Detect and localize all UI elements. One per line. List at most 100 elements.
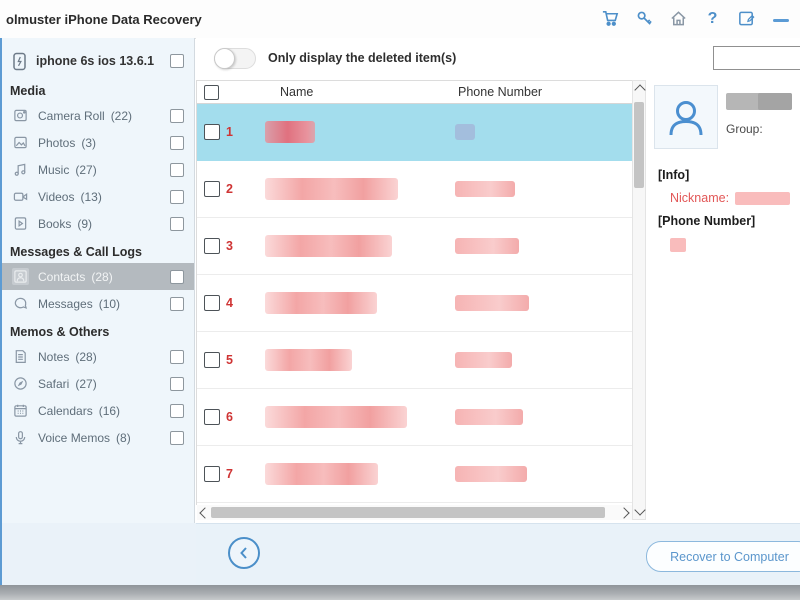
sidebar-section-header: Media xyxy=(10,84,46,98)
back-button[interactable] xyxy=(228,537,260,569)
sidebar-item-checkbox[interactable] xyxy=(170,189,184,204)
scroll-left-icon[interactable] xyxy=(199,507,211,519)
home-icon[interactable] xyxy=(669,9,688,28)
table-row[interactable]: 6 xyxy=(197,389,632,446)
notes-icon xyxy=(12,348,29,365)
table-rows: 1 2 3 4 5 6 7 xyxy=(197,104,632,506)
device-name: iphone 6s ios 13.6.1 xyxy=(36,54,155,68)
sidebar-item-camera-roll[interactable]: Camera Roll (22) xyxy=(2,102,194,129)
horizontal-scrollbar-thumb[interactable] xyxy=(211,507,605,518)
horizontal-scrollbar[interactable] xyxy=(197,505,632,520)
sidebar-item-messages[interactable]: Messages (10) xyxy=(2,290,194,317)
name-redacted xyxy=(265,292,377,314)
sidebar-item-checkbox[interactable] xyxy=(170,135,184,150)
sidebar-item-voice-memos[interactable]: Voice Memos (8) xyxy=(2,424,194,451)
vertical-scrollbar[interactable] xyxy=(632,80,646,520)
sidebar-item-videos[interactable]: Videos (13) xyxy=(2,183,194,210)
app-window: olmuster iPhone Data Recovery ? iphone 6… xyxy=(0,0,800,600)
sidebar-item-label: Camera Roll xyxy=(38,108,105,123)
sidebar-item-count: (13) xyxy=(80,189,102,204)
sidebar-item-contacts[interactable]: Contacts (28) xyxy=(2,263,194,290)
footer-bar: Recover to Computer xyxy=(196,523,800,585)
sidebar-item-safari[interactable]: Safari (27) xyxy=(2,370,194,397)
row-number: 3 xyxy=(226,239,233,253)
key-icon[interactable] xyxy=(635,9,654,28)
books-icon xyxy=(12,215,29,232)
row-checkbox[interactable] xyxy=(204,352,220,368)
sidebar-item-label: Music xyxy=(38,162,70,177)
voice-memos-icon xyxy=(12,429,29,446)
messages-icon xyxy=(12,295,29,312)
row-number: 2 xyxy=(226,182,233,196)
avatar xyxy=(654,85,718,149)
recover-to-computer-button[interactable]: Recover to Computer xyxy=(646,541,800,572)
row-checkbox[interactable] xyxy=(204,124,220,140)
name-redacted xyxy=(265,463,378,485)
search-input[interactable] xyxy=(713,46,800,70)
sidebar-item-label: Contacts xyxy=(38,269,86,284)
sidebar-item-checkbox[interactable] xyxy=(170,216,184,231)
sidebar-item-checkbox[interactable] xyxy=(170,162,184,177)
sidebar-item-label: Safari xyxy=(38,376,70,391)
name-redacted xyxy=(265,406,407,428)
sidebar-item-photos[interactable]: Photos (3) xyxy=(2,129,194,156)
deleted-only-label: Only display the deleted item(s) xyxy=(268,51,457,65)
sidebar-item-music[interactable]: Music (27) xyxy=(2,156,194,183)
phone-redacted xyxy=(455,409,523,425)
sidebar-item-checkbox[interactable] xyxy=(170,430,184,445)
sidebar-item-checkbox[interactable] xyxy=(170,108,184,123)
sidebar-section-header: Memos & Others xyxy=(10,325,110,339)
sidebar-item-label: Notes xyxy=(38,349,70,364)
sidebar-item-notes[interactable]: Notes (28) xyxy=(2,343,194,370)
sidebar-item-count: (10) xyxy=(98,296,121,311)
group-label: Group: xyxy=(726,122,763,136)
device-checkbox[interactable] xyxy=(170,54,184,68)
phone-redacted xyxy=(455,352,512,368)
sidebar-item-label: Voice Memos xyxy=(38,430,111,445)
sidebar: iphone 6s ios 13.6.1 Media Camera Roll (22… xyxy=(0,38,195,585)
scroll-down-icon[interactable] xyxy=(634,504,646,516)
table-row[interactable]: 4 xyxy=(197,275,632,332)
feedback-icon[interactable] xyxy=(737,9,756,28)
table-row[interactable]: 2 xyxy=(197,161,632,218)
row-checkbox[interactable] xyxy=(204,238,220,254)
sidebar-section-header: Messages & Call Logs xyxy=(10,245,142,259)
row-checkbox[interactable] xyxy=(204,295,220,311)
scroll-right-icon[interactable] xyxy=(618,507,630,519)
sidebar-item-checkbox[interactable] xyxy=(170,349,184,364)
table-header: Name Phone Number xyxy=(197,81,632,104)
sidebar-item-books[interactable]: Books (9) xyxy=(2,210,194,237)
sidebar-item-checkbox[interactable] xyxy=(170,296,184,311)
phone-icon xyxy=(10,51,28,71)
row-checkbox[interactable] xyxy=(204,181,220,197)
desktop-strip xyxy=(0,585,800,600)
sidebar-item-label: Messages xyxy=(38,296,93,311)
table-row[interactable]: 3 xyxy=(197,218,632,275)
sidebar-item-count: (27) xyxy=(75,376,97,391)
table-row[interactable]: 5 xyxy=(197,332,632,389)
table-row[interactable]: 1 xyxy=(197,104,632,161)
help-icon[interactable]: ? xyxy=(703,9,722,28)
titlebar: olmuster iPhone Data Recovery ? xyxy=(0,0,800,39)
info-section-header: [Info] xyxy=(658,168,690,182)
row-checkbox[interactable] xyxy=(204,466,220,482)
sidebar-item-count: (22) xyxy=(110,108,133,123)
sidebar-item-calendars[interactable]: Calendars (16) xyxy=(2,397,194,424)
sidebar-item-checkbox[interactable] xyxy=(170,376,184,391)
scroll-up-icon[interactable] xyxy=(634,84,646,96)
row-number: 6 xyxy=(226,410,233,424)
vertical-scrollbar-thumb[interactable] xyxy=(634,102,644,188)
device-row[interactable]: iphone 6s ios 13.6.1 xyxy=(2,46,194,76)
minimize-icon[interactable] xyxy=(771,9,790,28)
table-row[interactable]: 7 xyxy=(197,446,632,503)
titlebar-icons: ? xyxy=(601,9,790,28)
row-checkbox[interactable] xyxy=(204,409,220,425)
sidebar-item-checkbox[interactable] xyxy=(170,403,184,418)
nickname-label: Nickname: xyxy=(670,191,730,205)
cart-icon[interactable] xyxy=(601,9,620,28)
deleted-only-toggle[interactable] xyxy=(214,48,256,69)
select-all-checkbox[interactable] xyxy=(204,85,219,100)
name-redacted xyxy=(265,178,398,200)
sidebar-item-checkbox[interactable] xyxy=(170,269,184,284)
contact-name-redacted xyxy=(726,93,792,110)
